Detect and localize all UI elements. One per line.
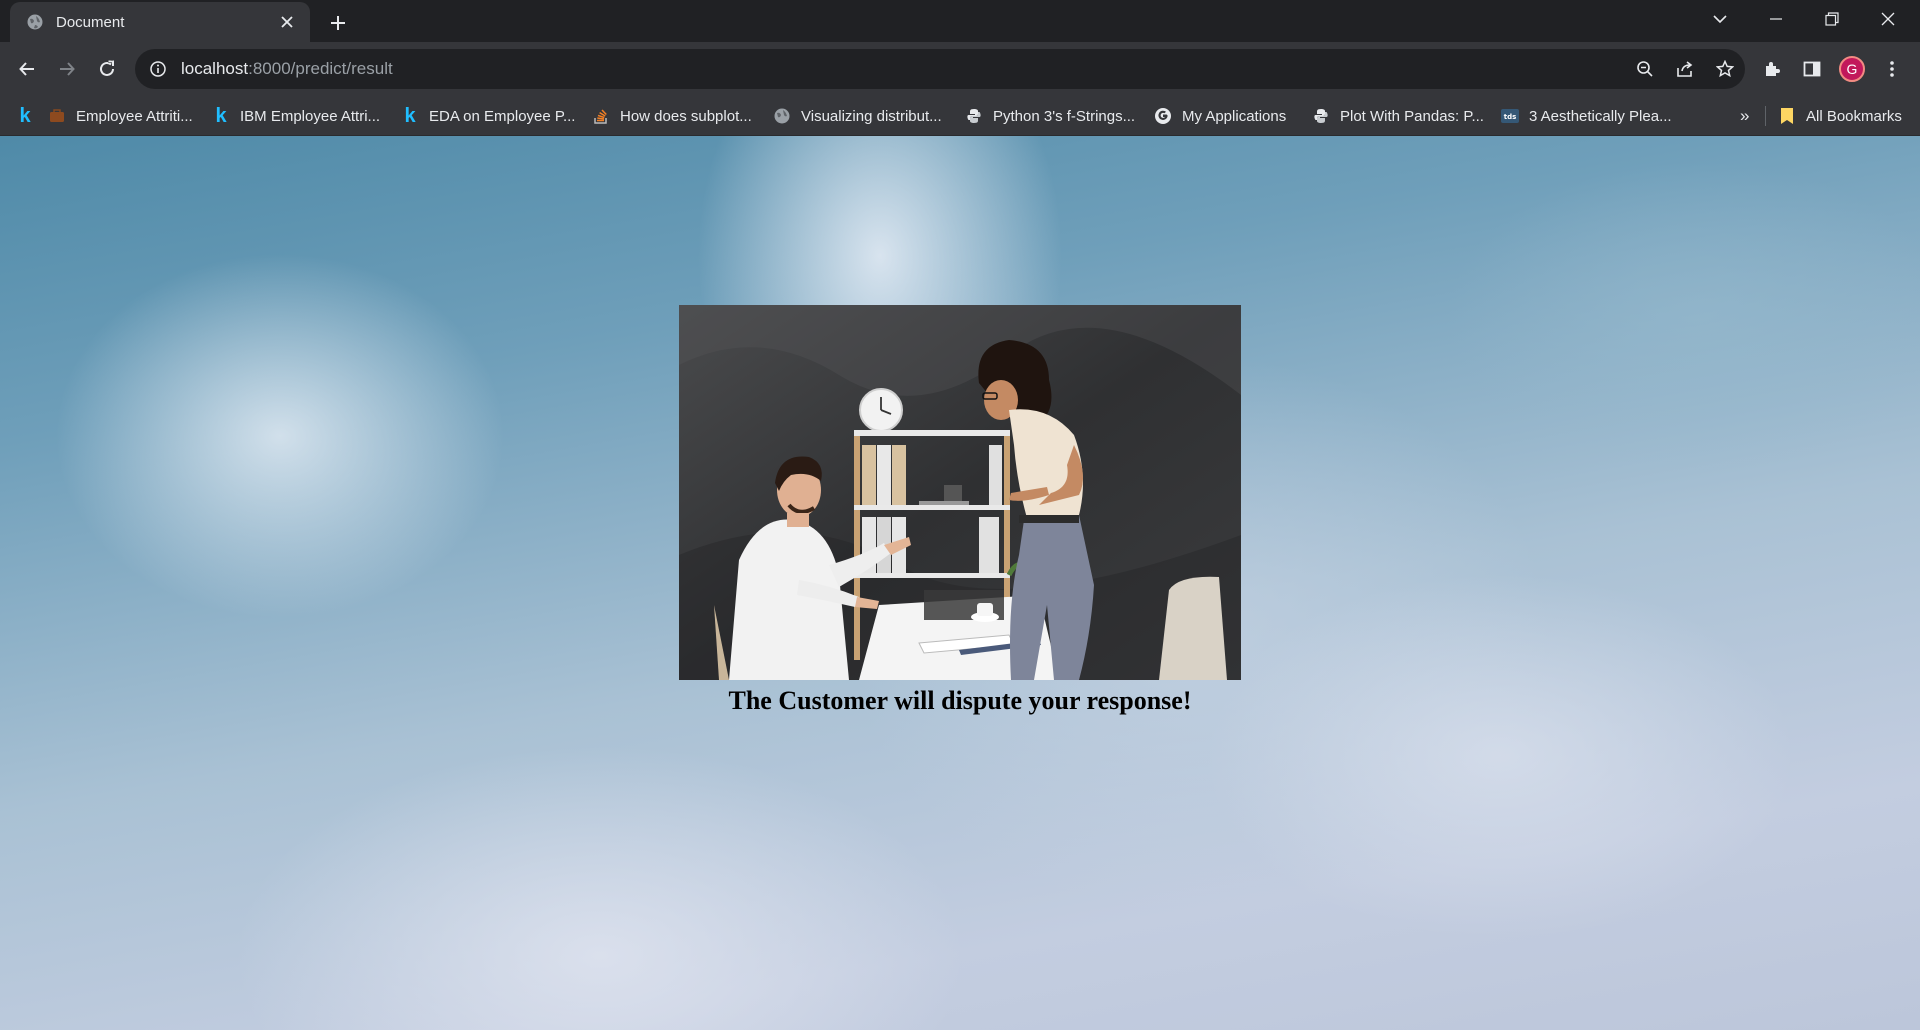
menu-icon[interactable] (1876, 53, 1908, 85)
google-icon (1154, 107, 1172, 125)
bookmark-item[interactable]: tds 3 Aesthetically Plea... (1501, 96, 1672, 136)
python-icon (1312, 107, 1330, 125)
close-window-button[interactable] (1860, 0, 1916, 38)
url-path: :8000/predict/result (248, 59, 393, 78)
globe-icon (773, 107, 791, 125)
folder-icon (1778, 107, 1796, 125)
bookmark-label: Python 3's f-Strings... (993, 107, 1136, 125)
bookmark-item[interactable]: Python 3's f-Strings... (965, 96, 1135, 136)
site-info-icon[interactable] (149, 60, 167, 78)
bookmark-star-icon[interactable] (1705, 49, 1745, 89)
bookmark-label: 3 Aesthetically Plea... (1529, 107, 1672, 125)
zoom-icon[interactable] (1625, 49, 1665, 89)
tab-search-button[interactable] (1692, 0, 1748, 38)
bookmark-item[interactable]: Plot With Pandas: P... (1312, 96, 1484, 136)
bookmarks-overflow-label: » (1740, 106, 1750, 125)
side-panel-icon[interactable] (1796, 53, 1828, 85)
bookmark-label: Plot With Pandas: P... (1340, 107, 1484, 125)
close-tab-icon[interactable] (278, 13, 296, 31)
forward-button[interactable] (51, 53, 83, 85)
tab-document[interactable]: Document (10, 2, 310, 42)
all-bookmarks-button[interactable]: All Bookmarks (1778, 96, 1902, 136)
office-dispute-photo (679, 305, 1241, 680)
new-tab-button[interactable] (324, 9, 352, 37)
tds-icon: tds (1501, 107, 1519, 125)
svg-text:tds: tds (1504, 113, 1517, 121)
restore-button[interactable] (1804, 0, 1860, 38)
bookmark-item[interactable]: Employee Attriti... (48, 96, 193, 136)
stackoverflow-icon (592, 107, 610, 125)
bookmark-label: EDA on Employee P... (429, 107, 576, 125)
bookmarks-divider (1765, 106, 1766, 126)
bookmark-label: Employee Attriti... (76, 107, 193, 125)
back-button[interactable] (11, 53, 43, 85)
bookmark-label: Visualizing distribut... (801, 107, 942, 125)
prediction-result-message: The Customer will dispute your response! (728, 686, 1192, 715)
page-viewport: The Customer will dispute your response! (0, 136, 1920, 1030)
bookmark-item[interactable]: Visualizing distribut... (773, 96, 942, 136)
tab-strip: Document (0, 0, 1920, 42)
avatar: G (1839, 56, 1865, 82)
bookmarks-bar: k Employee Attriti... k IBM Employee Att… (0, 96, 1920, 136)
kaggle-icon: k (19, 104, 31, 127)
kaggle-briefcase-icon (48, 107, 66, 125)
url-host: localhost (181, 59, 249, 78)
extensions-icon[interactable] (1756, 53, 1788, 85)
globe-icon (26, 13, 44, 31)
bookmark-item[interactable]: k IBM Employee Attri... (212, 96, 380, 136)
python-icon (965, 107, 983, 125)
bookmark-label: How does subplot... (620, 107, 752, 125)
bookmark-label: My Applications (1182, 107, 1287, 125)
browser-toolbar: localhost:8000/predict/result G (0, 42, 1920, 96)
bookmark-item[interactable]: How does subplot... (592, 96, 752, 136)
reload-button[interactable] (91, 53, 123, 85)
address-bar[interactable]: localhost:8000/predict/result (135, 49, 1745, 89)
bookmark-label: IBM Employee Attri... (240, 107, 381, 125)
bookmark-item[interactable]: My Applications (1154, 96, 1286, 136)
kaggle-icon: k (404, 104, 416, 127)
kaggle-icon: k (215, 104, 227, 127)
bookmark-kaggle[interactable]: k (18, 96, 42, 136)
bookmark-item[interactable]: k EDA on Employee P... (401, 96, 575, 136)
minimize-button[interactable] (1748, 0, 1804, 38)
share-icon[interactable] (1665, 49, 1705, 89)
profile-avatar[interactable]: G (1836, 53, 1868, 85)
tab-title: Document (56, 13, 125, 31)
bookmarks-overflow-button[interactable]: » (1740, 96, 1749, 136)
all-bookmarks-label: All Bookmarks (1806, 107, 1902, 125)
clock-icon (859, 388, 903, 432)
